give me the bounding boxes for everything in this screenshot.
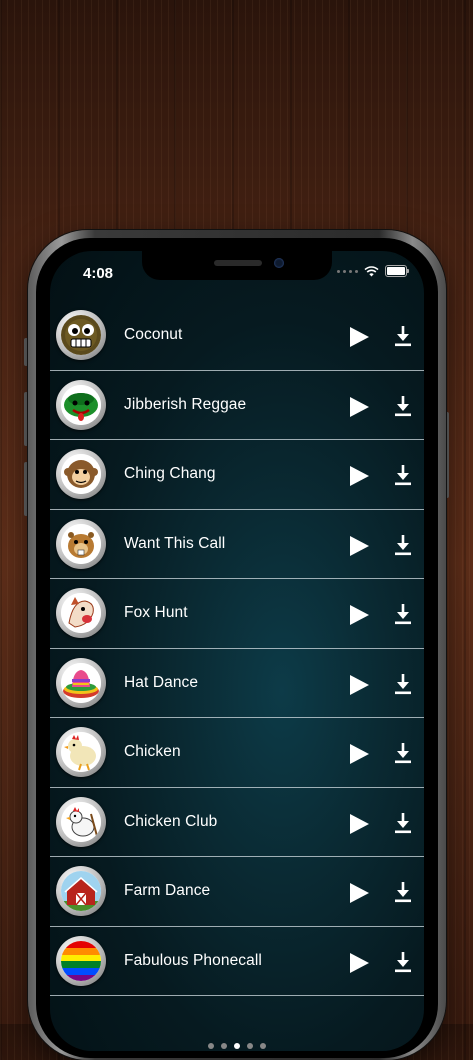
ringtone-row[interactable]: Chicken: [50, 718, 424, 788]
ringtone-list: Coconut Jibberish Reggae Ching Chang Want T…: [50, 301, 424, 996]
ringtone-name: Hat Dance: [124, 673, 199, 691]
page-indicator[interactable]: [50, 1043, 424, 1049]
ringtone-avatar: [56, 727, 106, 777]
ringtone-row[interactable]: Jibberish Reggae: [50, 371, 424, 440]
play-icon[interactable]: [347, 464, 371, 488]
download-icon[interactable]: [394, 881, 412, 903]
status-time: 4:08: [83, 265, 114, 282]
page-dot[interactable]: [221, 1043, 227, 1049]
play-icon[interactable]: [347, 951, 371, 975]
play-icon[interactable]: [347, 534, 371, 558]
ringtone-row[interactable]: Ching Chang: [50, 440, 424, 510]
fox-icon: [61, 593, 101, 633]
speaker-grille: [214, 260, 262, 266]
page-dot[interactable]: [234, 1043, 240, 1049]
wifi-icon: [364, 265, 379, 276]
download-icon[interactable]: [394, 951, 412, 973]
ringtone-name: Want This Call: [124, 534, 226, 552]
ringtone-row[interactable]: Want This Call: [50, 510, 424, 579]
play-icon[interactable]: [347, 325, 371, 349]
signal-icon: [337, 269, 358, 273]
play-icon[interactable]: [347, 742, 371, 766]
ringtone-avatar: [56, 518, 106, 569]
ringtone-avatar: [56, 379, 106, 430]
ringtone-name: Chicken Club: [124, 812, 218, 830]
ringtone-name: Jibberish Reggae: [124, 395, 247, 413]
ringtone-avatar: [56, 796, 106, 847]
front-camera-icon: [274, 258, 284, 268]
ringtone-avatar: [56, 588, 106, 638]
ringtone-name: Fox Hunt: [124, 604, 188, 621]
play-icon[interactable]: [347, 603, 371, 627]
ringtone-name: Farm Dance: [124, 882, 211, 899]
page-dot[interactable]: [260, 1043, 266, 1049]
phone-screen: 4:08 Coconut Jibberish Reggae Ching Chang W…: [50, 251, 424, 1051]
rainbow-icon: [61, 940, 101, 981]
battery-icon: [385, 265, 409, 277]
notch: [142, 251, 332, 280]
page-dot[interactable]: [247, 1043, 253, 1049]
page-dot[interactable]: [208, 1043, 214, 1049]
play-icon[interactable]: [347, 673, 371, 697]
download-icon[interactable]: [394, 325, 412, 347]
chicken-club-icon: [61, 801, 101, 842]
sombrero-icon: [61, 662, 101, 703]
ringtone-name: Chicken: [124, 743, 181, 760]
monkey-icon: [61, 454, 101, 494]
download-icon[interactable]: [394, 673, 412, 695]
chicken-icon: [61, 732, 101, 772]
play-icon[interactable]: [347, 395, 371, 419]
ringtone-row[interactable]: Hat Dance: [50, 649, 424, 718]
ringtone-name: Fabulous Phonecall: [124, 951, 262, 969]
play-icon[interactable]: [347, 812, 371, 836]
ringtone-name: Coconut: [124, 326, 183, 343]
download-icon[interactable]: [394, 464, 412, 486]
ringtone-row[interactable]: Farm Dance: [50, 857, 424, 927]
coconut-face-icon: [61, 315, 101, 355]
ringtone-avatar: [56, 935, 106, 986]
ringtone-name: Ching Chang: [124, 465, 216, 482]
download-icon[interactable]: [394, 395, 412, 417]
barn-icon: [61, 871, 101, 911]
download-icon[interactable]: [394, 742, 412, 764]
ringtone-row[interactable]: Chicken Club: [50, 788, 424, 857]
download-icon[interactable]: [394, 603, 412, 625]
ringtone-row[interactable]: Coconut: [50, 301, 424, 371]
ringtone-avatar: [56, 657, 106, 708]
ringtone-avatar: [56, 310, 106, 360]
ringtone-avatar: [56, 866, 106, 916]
ringtone-row[interactable]: Fox Hunt: [50, 579, 424, 649]
play-icon[interactable]: [347, 881, 371, 905]
download-icon[interactable]: [394, 812, 412, 834]
download-icon[interactable]: [394, 534, 412, 556]
beaver-icon: [61, 523, 101, 564]
ringtone-row[interactable]: Fabulous Phonecall: [50, 927, 424, 996]
reggae-frog-icon: [61, 384, 101, 425]
ringtone-avatar: [56, 449, 106, 499]
status-icons: [337, 265, 409, 277]
